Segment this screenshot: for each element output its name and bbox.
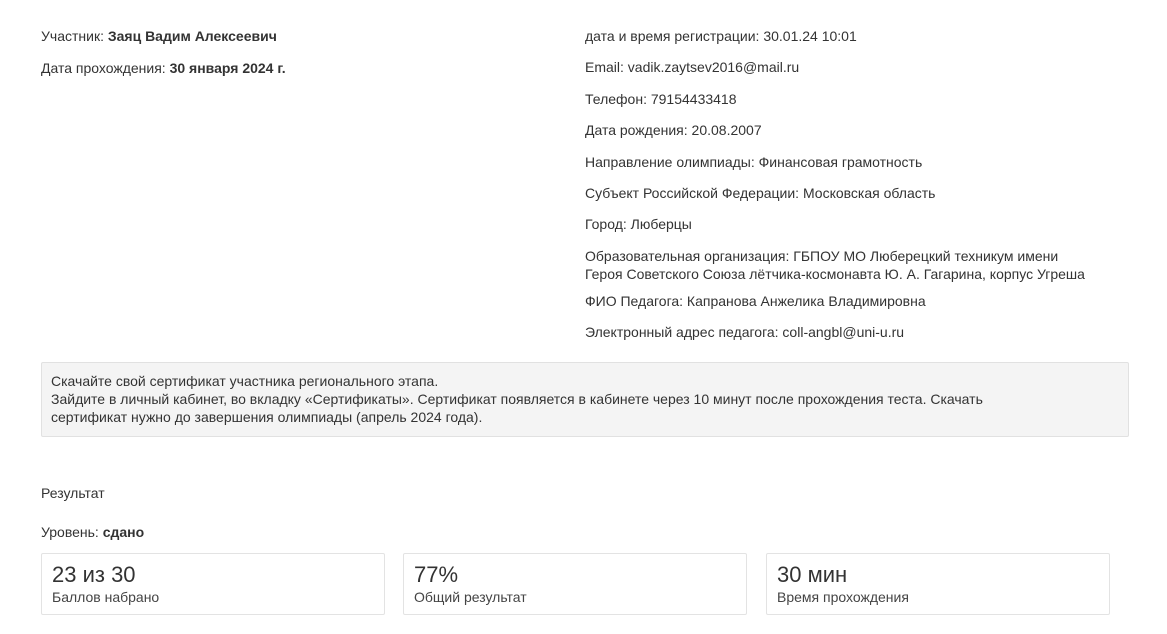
score-card: 23 из 30 Баллов набрано xyxy=(41,553,385,615)
teacher-name-row: ФИО Педагога: Капранова Анжелика Владими… xyxy=(585,292,926,309)
score-label: Баллов набрано xyxy=(52,589,160,605)
percent-label: Общий результат xyxy=(414,589,527,605)
score-value: 23 из 30 xyxy=(52,562,136,587)
email-row: Email: vadik.zaytsev2016@mail.ru xyxy=(585,59,800,76)
participant-name: Заяц Вадим Алексеевич xyxy=(107,28,277,44)
duration-label: Время прохождения xyxy=(777,589,909,605)
percent-value: 77% xyxy=(414,562,459,587)
city-row: Город: Люберцы xyxy=(585,216,692,233)
notice-line-2: Зайдите в личный кабинет, во вкладку «Се… xyxy=(51,391,983,407)
registration-details: дата и время регистрации: 30.01.24 10:01… xyxy=(585,27,1145,355)
teacher-email-row: Электронный адрес педагога: coll-angbl@u… xyxy=(585,324,905,341)
olympiad-direction-row: Направление олимпиады: Финансовая грамот… xyxy=(585,153,923,170)
percent-card: 77% Общий результат xyxy=(403,553,747,615)
participant-row: Участник: Заяц Вадим Алексеевич xyxy=(41,27,286,59)
organization-row: Образовательная организация: ГБПОУ МО Лю… xyxy=(585,247,1145,283)
date-label: Дата прохождения: xyxy=(41,60,166,76)
level-row: Уровень: сдано xyxy=(41,523,144,541)
registration-datetime: дата и время регистрации: 30.01.24 10:01 xyxy=(585,28,857,44)
birthdate-row: Дата рождения: 20.08.2007 xyxy=(585,122,762,139)
duration-card: 30 мин Время прохождения xyxy=(766,553,1110,615)
participant-label: Участник: xyxy=(41,28,104,44)
duration-value: 30 мин xyxy=(777,562,848,587)
date-row: Дата прохождения: 30 января 2024 г. xyxy=(41,59,286,91)
organization-line-2: Героя Советского Союза лётчика-космонавт… xyxy=(585,265,1085,282)
level-value: сдано xyxy=(102,524,145,540)
result-title: Результат xyxy=(41,485,105,501)
phone-row: Телефон: 79154433418 xyxy=(585,90,737,107)
notice-line-1: Скачайте свой сертификат участника регио… xyxy=(51,373,439,389)
organization-line-1: Образовательная организация: ГБПОУ МО Лю… xyxy=(585,247,1059,264)
notice-line-3: сертификат нужно до завершения олимпиады… xyxy=(51,409,483,425)
region-row: Субъект Российской Федерации: Московская… xyxy=(585,184,936,201)
participant-info: Участник: Заяц Вадим Алексеевич Дата про… xyxy=(41,27,286,91)
date-value: 30 января 2024 г. xyxy=(169,60,286,76)
level-label: Уровень: xyxy=(41,524,99,540)
certificate-notice: Скачайте свой сертификат участника регио… xyxy=(41,362,1129,437)
